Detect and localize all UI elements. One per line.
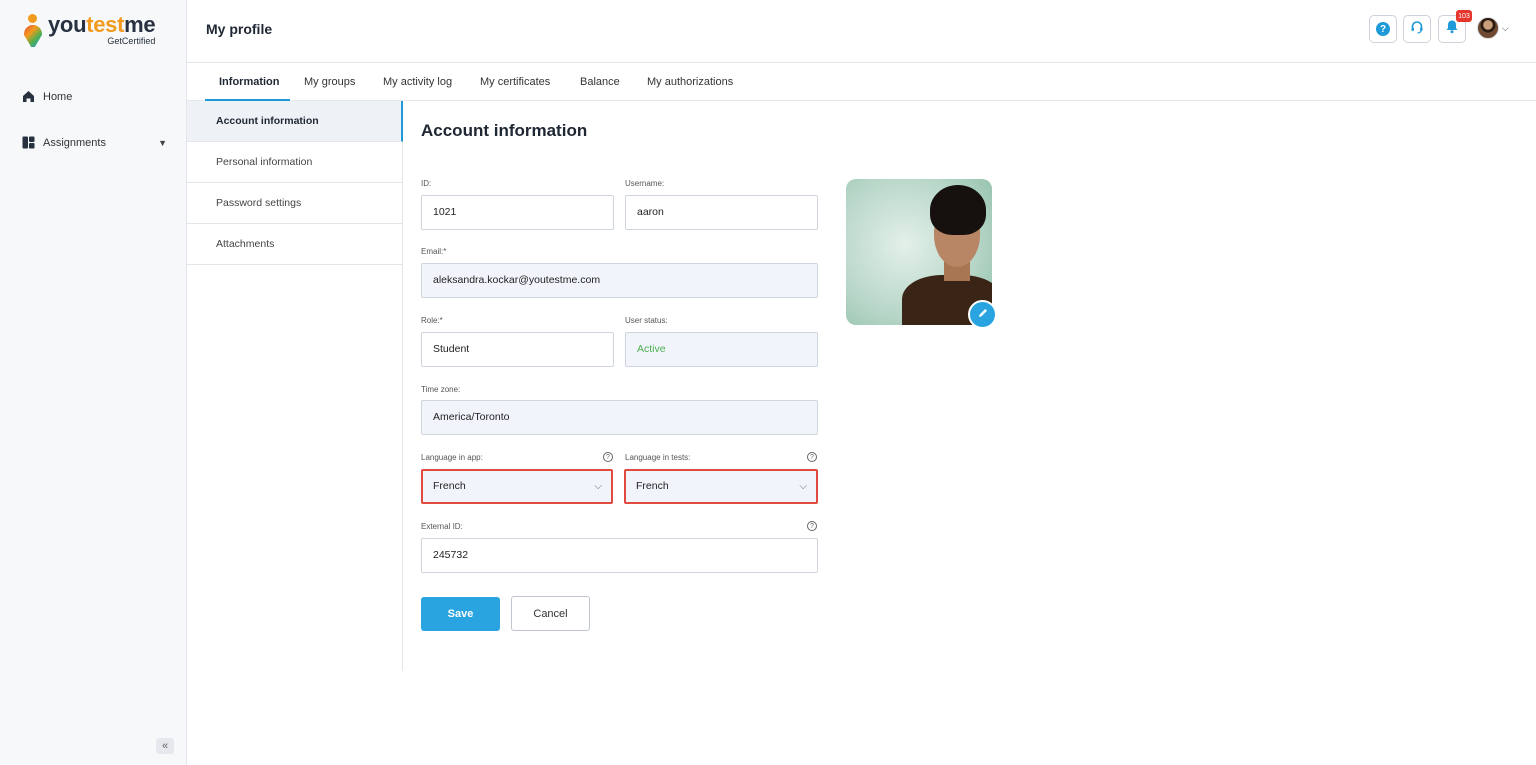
headset-icon xyxy=(1410,20,1424,39)
caret-down-icon: ▼ xyxy=(158,137,167,148)
profile-tabs: Information My groups My activity log My… xyxy=(187,63,1536,101)
tab-balance[interactable]: Balance xyxy=(580,63,620,101)
support-button[interactable] xyxy=(1403,15,1431,43)
language-in-app-label: Language in app: xyxy=(421,453,483,462)
language-in-app-select[interactable]: French ⌵ xyxy=(421,469,613,504)
tab-my-activity-log[interactable]: My activity log xyxy=(383,63,452,101)
edit-photo-button[interactable] xyxy=(968,300,997,329)
submenu-item-password-settings[interactable]: Password settings xyxy=(187,183,403,224)
logo-tagline: GetCertified xyxy=(107,36,156,46)
tab-my-groups[interactable]: My groups xyxy=(304,63,355,101)
email-label: Email:* xyxy=(421,247,447,256)
language-in-tests-select[interactable]: French ⌵ xyxy=(624,469,818,504)
sidebar-item-home[interactable]: Home xyxy=(22,90,72,103)
bell-icon xyxy=(1445,19,1459,39)
tab-information[interactable]: Information xyxy=(219,63,280,101)
email-field[interactable]: aleksandra.kockar@youtestme.com xyxy=(421,263,818,298)
cancel-button[interactable]: Cancel xyxy=(511,596,590,631)
save-button[interactable]: Save xyxy=(421,597,500,631)
username-field[interactable]: aaron xyxy=(625,195,818,230)
logo[interactable]: youtestme GetCertified xyxy=(22,12,156,54)
sidebar: youtestme GetCertified Home Assignments … xyxy=(0,0,187,765)
time-zone-field[interactable]: America/Toronto xyxy=(421,400,818,435)
collapse-sidebar-button[interactable]: « xyxy=(156,738,174,754)
page-title: My profile xyxy=(206,21,273,37)
assignments-icon xyxy=(22,136,35,149)
info-icon[interactable]: ? xyxy=(603,452,613,462)
external-id-label: External ID: xyxy=(421,522,463,531)
submenu-item-personal-information[interactable]: Personal information xyxy=(187,142,403,183)
info-icon[interactable]: ? xyxy=(807,452,817,462)
info-icon[interactable]: ? xyxy=(807,521,817,531)
tab-my-authorizations[interactable]: My authorizations xyxy=(647,63,733,101)
section-title: Account information xyxy=(421,121,588,140)
logo-mark-icon xyxy=(22,14,44,50)
information-submenu: Account information Personal information… xyxy=(187,101,403,671)
user-status-label: User status: xyxy=(625,316,668,325)
username-label: Username: xyxy=(625,179,665,188)
sidebar-item-assignments[interactable]: Assignments ▼ xyxy=(22,136,167,149)
submenu-item-account-information[interactable]: Account information xyxy=(187,101,403,142)
chevron-down-icon: ⌵ xyxy=(799,481,807,492)
tab-my-certificates[interactable]: My certificates xyxy=(480,63,550,101)
submenu-item-attachments[interactable]: Attachments xyxy=(187,224,403,265)
language-in-app-value: French xyxy=(433,480,466,492)
notifications-button[interactable]: 103 xyxy=(1438,10,1472,43)
chevron-down-icon: ⌵ xyxy=(1502,22,1509,33)
header: My profile ? 103 ⌵ xyxy=(187,0,1536,63)
help-icon: ? xyxy=(1376,22,1390,36)
logo-wordmark: youtestme xyxy=(48,12,156,37)
user-status-field: Active xyxy=(625,332,818,367)
sidebar-item-label: Home xyxy=(43,90,73,103)
home-icon xyxy=(22,90,35,103)
id-field[interactable]: 1021 xyxy=(421,195,614,230)
pencil-icon xyxy=(977,306,989,324)
role-field[interactable]: Student xyxy=(421,332,614,367)
external-id-field[interactable]: 245732 xyxy=(421,538,818,573)
id-label: ID: xyxy=(421,179,432,188)
chevron-down-icon: ⌵ xyxy=(594,481,602,492)
help-button[interactable]: ? xyxy=(1369,15,1397,43)
language-in-tests-value: French xyxy=(636,480,669,492)
role-label: Role:* xyxy=(421,316,443,325)
profile-photo xyxy=(846,179,992,325)
sidebar-item-label: Assignments xyxy=(43,136,106,149)
user-menu[interactable]: ⌵ xyxy=(1477,17,1509,39)
notification-count-badge: 103 xyxy=(1456,10,1472,22)
avatar xyxy=(1477,17,1499,39)
time-zone-label: Time zone: xyxy=(421,385,461,394)
language-in-tests-label: Language in tests: xyxy=(625,453,691,462)
